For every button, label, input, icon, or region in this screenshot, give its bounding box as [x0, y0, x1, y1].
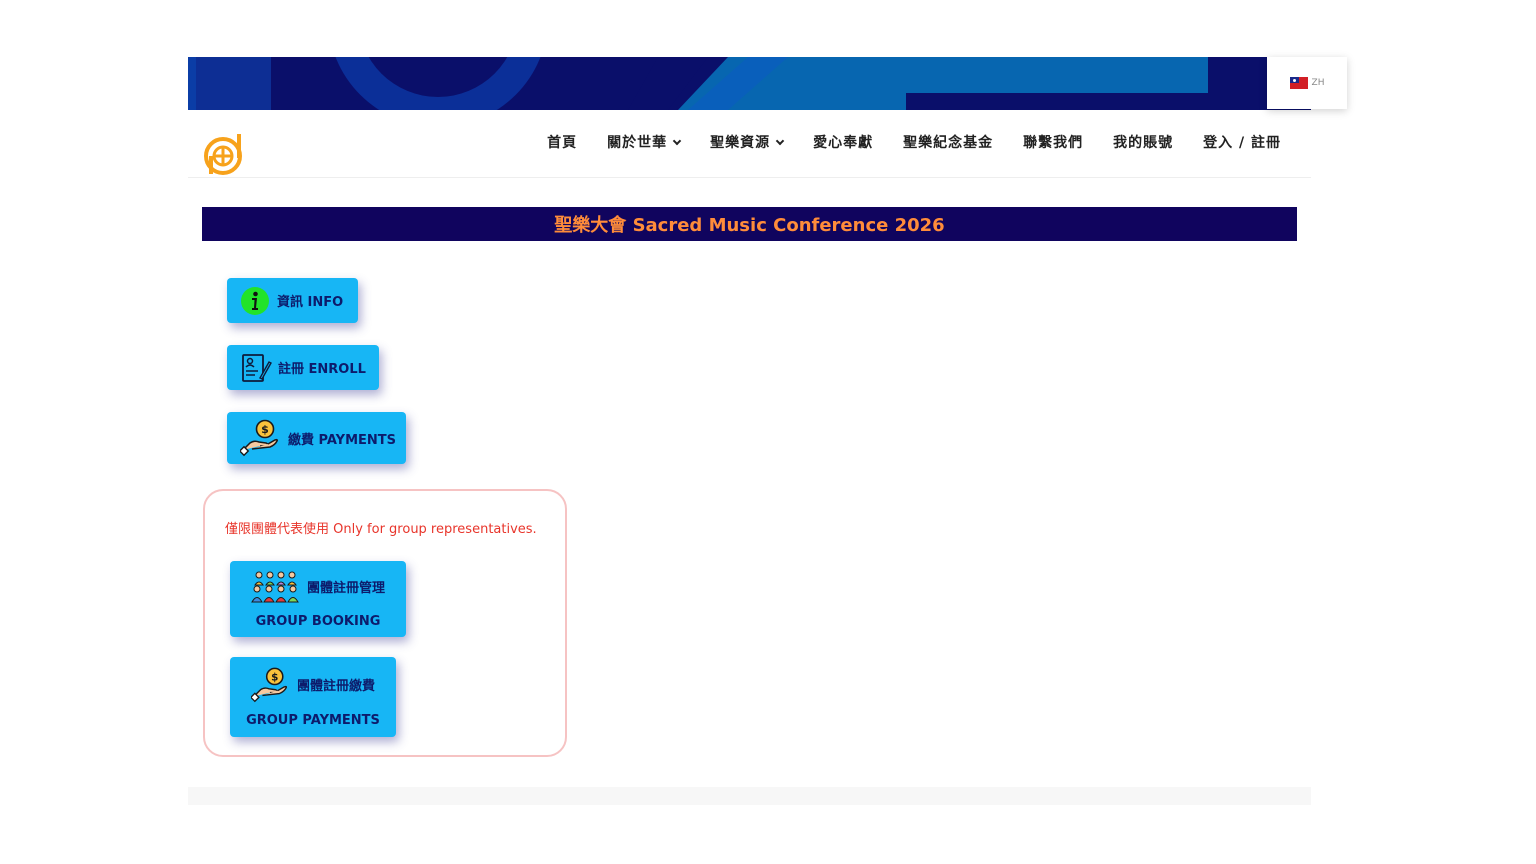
svg-text:$: $ — [261, 423, 269, 436]
site-logo[interactable] — [204, 132, 244, 176]
taiwan-flag-icon — [1289, 77, 1308, 89]
group-payments-label-en: GROUP PAYMENTS — [246, 712, 380, 728]
site-header: 首頁 關於世華 聖樂資源 愛心奉獻 聖樂紀念基金 聯繫我們 我的賬號 登入 / … — [188, 110, 1311, 178]
payments-button[interactable]: $ 繳費 PAYMENTS — [227, 412, 406, 464]
footer-strip — [188, 787, 1311, 805]
main-nav: 首頁 關於世華 聖樂資源 愛心奉獻 聖樂紀念基金 聯繫我們 我的賬號 登入 / … — [547, 132, 1281, 152]
enroll-button-label: 註冊 ENROLL — [278, 362, 366, 377]
info-button[interactable]: 資訊 INFO — [227, 278, 358, 323]
group-payments-label-zh: 團體註冊繳費 — [296, 679, 375, 694]
payments-button-label: 繳費 PAYMENTS — [288, 432, 397, 448]
page: ZH 首頁 關於世華 聖樂資源 愛心奉獻 聖樂紀念基金 聯繫我們 我的賬號 登入… — [0, 0, 1536, 864]
group-people-icon — [251, 570, 299, 604]
group-note: 僅限團體代表使用 Only for group representatives. — [225, 522, 537, 537]
group-payments-button[interactable]: $ 團體註冊繳費 GROUP PAYMENTS — [230, 657, 396, 737]
chevron-down-icon — [672, 136, 682, 145]
svg-text:$: $ — [271, 671, 278, 683]
nav-item-login[interactable]: 登入 / 註冊 — [1203, 132, 1281, 152]
logo-icon — [204, 134, 242, 175]
nav-item-contact[interactable]: 聯繫我們 — [1023, 132, 1083, 152]
nav-item-home[interactable]: 首頁 — [547, 132, 577, 152]
language-code: ZH — [1311, 78, 1325, 88]
hero-banner — [188, 57, 1311, 110]
group-representatives-panel: 僅限團體代表使用 Only for group representatives. — [203, 489, 567, 757]
enroll-form-icon — [240, 352, 272, 384]
coin-hand-icon: $ — [240, 419, 280, 457]
page-title: 聖樂大會 Sacred Music Conference 2026 — [554, 215, 945, 236]
conference-title-bar: 聖樂大會 Sacred Music Conference 2026 — [202, 207, 1297, 241]
nav-item-account[interactable]: 我的賬號 — [1113, 132, 1173, 152]
coin-hand-icon: $ — [250, 667, 289, 703]
info-button-label: 資訊 INFO — [277, 295, 344, 310]
nav-item-resources[interactable]: 聖樂資源 — [710, 132, 785, 152]
chevron-down-icon — [775, 136, 785, 145]
group-booking-button[interactable]: 團體註冊管理 GROUP BOOKING — [230, 561, 406, 637]
info-icon — [240, 286, 270, 316]
nav-item-memorial-fund[interactable]: 聖樂紀念基金 — [903, 132, 993, 152]
enroll-button[interactable]: 註冊 ENROLL — [227, 345, 379, 390]
nav-item-about[interactable]: 關於世華 — [607, 132, 682, 152]
language-switcher[interactable]: ZH — [1267, 57, 1347, 109]
group-booking-label-en: GROUP BOOKING — [255, 613, 381, 629]
nav-item-donate[interactable]: 愛心奉獻 — [813, 132, 873, 152]
group-booking-label-zh: 團體註冊管理 — [306, 581, 385, 596]
